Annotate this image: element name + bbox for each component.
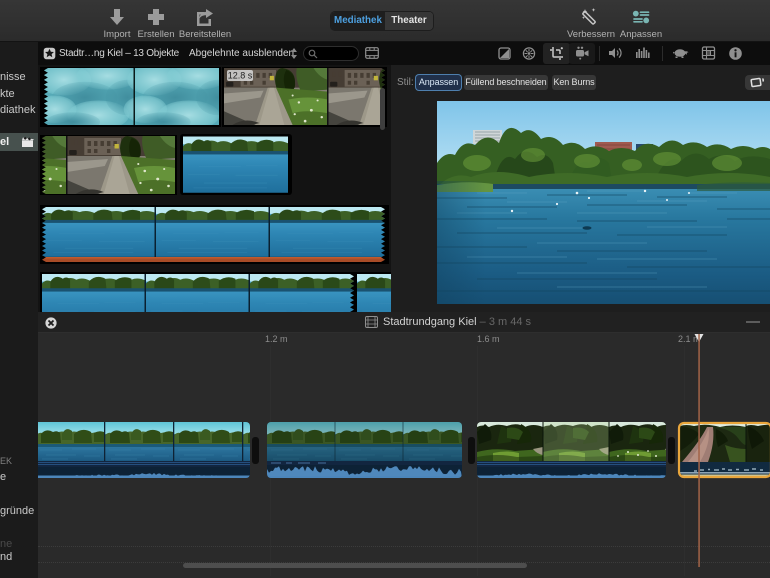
svg-text:12.8 s: 12.8 s [228, 71, 253, 81]
